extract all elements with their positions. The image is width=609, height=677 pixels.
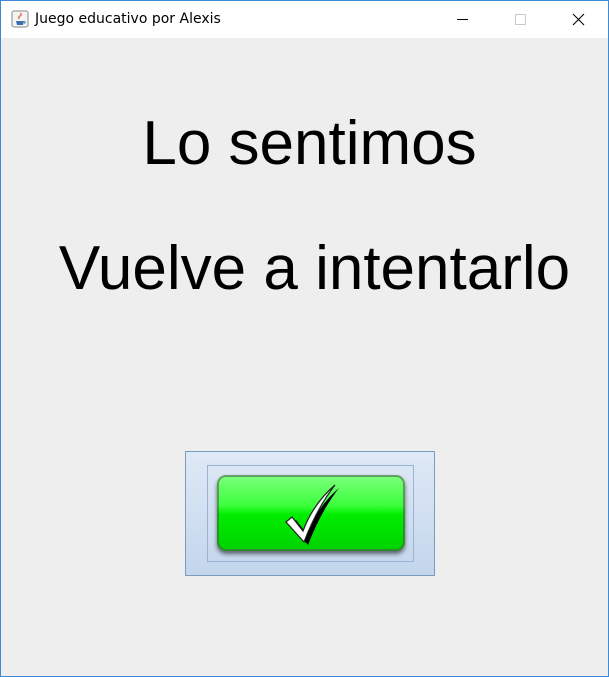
checkmark-icon <box>285 484 339 545</box>
close-button[interactable] <box>549 1 607 38</box>
maximize-button[interactable] <box>491 1 549 38</box>
close-icon <box>572 13 585 26</box>
content-panel: Lo sentimos Vuelve a intentarlo <box>1 38 608 676</box>
sorry-message: Lo sentimos <box>142 109 477 178</box>
maximize-icon <box>515 14 526 25</box>
minimize-button[interactable] <box>433 1 491 38</box>
app-window: Juego educativo por Alexis Lo sentimos V… <box>0 0 609 677</box>
confirm-button[interactable] <box>185 451 435 576</box>
green-button-face <box>217 475 405 551</box>
retry-message: Vuelve a intentarlo <box>58 234 571 303</box>
window-title: Juego educativo por Alexis <box>35 11 221 27</box>
title-bar[interactable]: Juego educativo por Alexis <box>1 1 608 38</box>
minimize-icon <box>457 19 468 20</box>
java-cup-icon[interactable] <box>11 10 29 28</box>
